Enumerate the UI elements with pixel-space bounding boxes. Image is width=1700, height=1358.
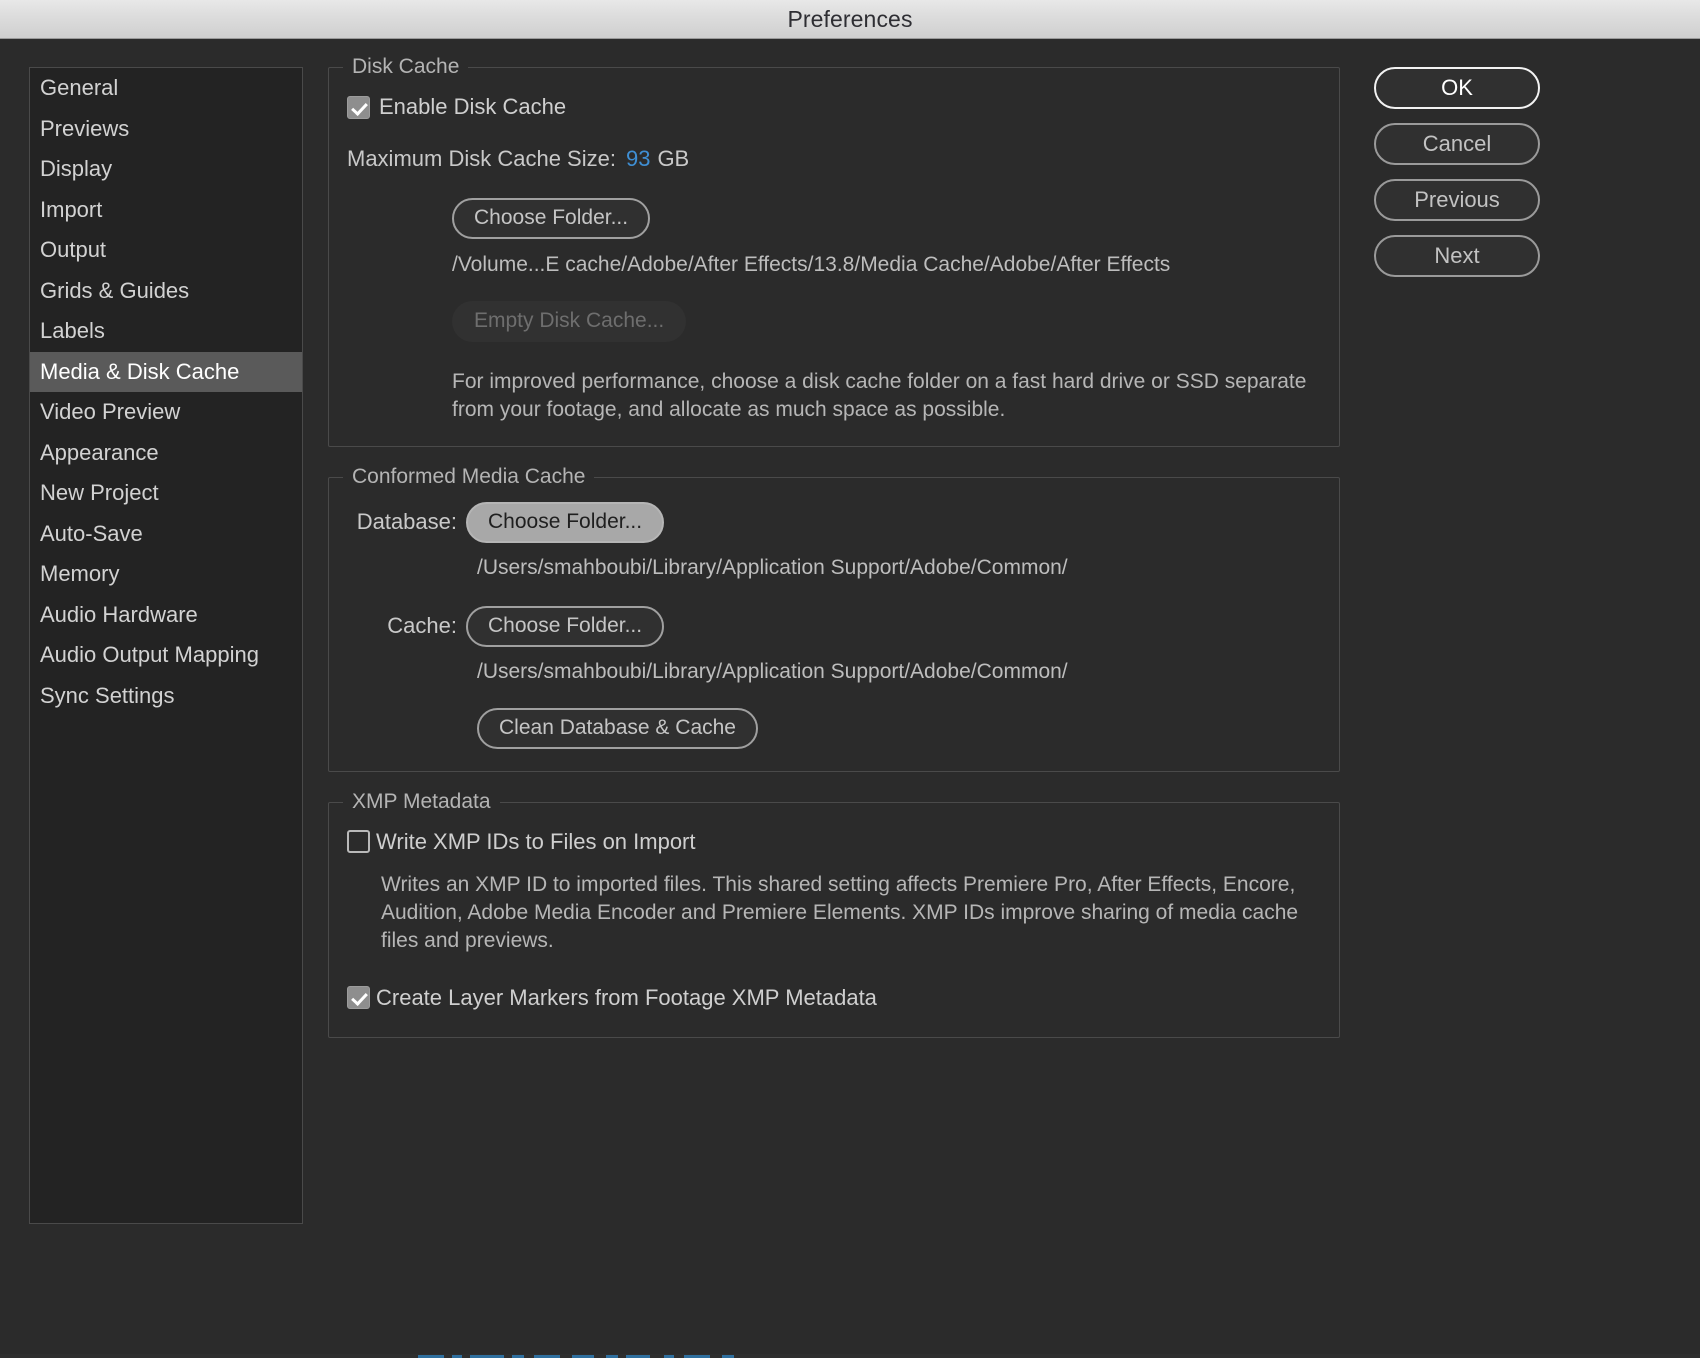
write-xmp-ids-help-text: Writes an XMP ID to imported files. This… <box>381 872 1299 952</box>
preferences-dialog: Preferences General Previews Display Import… <box>0 0 1700 1358</box>
database-row: Database: Choose Folder... <box>347 501 1321 543</box>
create-layer-markers-checkbox[interactable] <box>347 986 370 1010</box>
max-disk-cache-size-label: Maximum Disk Cache Size: <box>347 146 616 171</box>
cache-choose-folder-button[interactable]: Choose Folder... <box>466 605 665 647</box>
sidebar-item-label: New Project <box>40 480 159 505</box>
enable-disk-cache-checkbox[interactable] <box>347 95 370 119</box>
sidebar-item-label: Appearance <box>40 439 159 465</box>
enable-disk-cache-label: Enable Disk Cache <box>379 94 567 119</box>
previous-button[interactable]: Previous <box>1374 179 1540 221</box>
sidebar-item-labels[interactable]: Labels <box>30 311 302 352</box>
disk-cache-folder-block: Choose Folder... /Volume...E cache/Adobe… <box>347 198 1321 424</box>
database-path: /Users/smahboubi/Library/Application Sup… <box>477 555 1068 579</box>
enable-disk-cache-row[interactable]: Enable Disk Cache <box>347 94 1321 120</box>
max-disk-cache-size-unit: GB <box>657 146 690 171</box>
max-disk-cache-size-row: Maximum Disk Cache Size: 93 GB <box>347 146 1321 172</box>
sidebar-item-general[interactable]: General <box>30 68 302 109</box>
disk-cache-group: Disk Cache Enable Disk Cache Maximum Dis… <box>328 55 1340 447</box>
sidebar-item-memory[interactable]: Memory <box>30 554 302 595</box>
sidebar-item-grids-guides[interactable]: Grids & Guides <box>30 271 302 312</box>
clean-database-cache-button[interactable]: Clean Database & Cache <box>477 707 758 749</box>
preferences-category-list[interactable]: General Previews Display Import Output Grids … <box>29 67 303 1224</box>
sidebar-item-label: Output <box>40 237 107 262</box>
preferences-main-panel: Disk Cache Enable Disk Cache Maximum Dis… <box>328 55 1340 1068</box>
create-layer-markers-row[interactable]: Create Layer Markers from Footage XMP Me… <box>347 985 1321 1011</box>
disk-cache-path: /Volume...E cache/Adobe/After Effects/13… <box>452 253 1171 276</box>
dialog-body: General Previews Display Import Output Grids … <box>0 39 1700 1358</box>
ok-button[interactable]: OK <box>1374 67 1540 109</box>
disk-cache-help-text: For improved performance, choose a disk … <box>452 370 1307 421</box>
sidebar-item-new-project[interactable]: New Project <box>30 473 302 514</box>
sidebar-item-label: General <box>40 75 119 100</box>
sidebar-item-video-preview[interactable]: Video Preview <box>30 392 302 433</box>
database-choose-folder-button[interactable]: Choose Folder... <box>466 501 665 543</box>
sidebar-item-display[interactable]: Display <box>30 149 302 190</box>
next-button[interactable]: Next <box>1374 235 1540 277</box>
sidebar-item-auto-save[interactable]: Auto-Save <box>30 514 302 555</box>
database-label: Database: <box>356 509 457 535</box>
write-xmp-ids-checkbox[interactable] <box>347 830 370 854</box>
create-layer-markers-label: Create Layer Markers from Footage XMP Me… <box>376 984 877 1010</box>
sidebar-item-label: Previews <box>40 115 130 141</box>
max-disk-cache-size-value[interactable]: 93 <box>626 146 650 172</box>
sidebar-item-label: Audio Hardware <box>40 601 198 627</box>
cache-path: /Users/smahboubi/Library/Application Sup… <box>477 659 1068 683</box>
empty-disk-cache-button[interactable]: Empty Disk Cache... <box>452 301 687 342</box>
window-titlebar: Preferences <box>0 0 1700 39</box>
disk-cache-group-title: Disk Cache <box>343 55 469 79</box>
cancel-button[interactable]: Cancel <box>1374 123 1540 165</box>
sidebar-item-appearance[interactable]: Appearance <box>30 433 302 474</box>
conformed-media-cache-group: Conformed Media Cache Database: Choose F… <box>328 464 1340 772</box>
write-xmp-ids-row[interactable]: Write XMP IDs to Files on Import <box>347 829 1321 855</box>
sidebar-item-audio-output-mapping[interactable]: Audio Output Mapping <box>30 635 302 676</box>
xmp-metadata-group: XMP Metadata Write XMP IDs to Files on I… <box>328 789 1340 1038</box>
sidebar-item-label: Memory <box>40 561 120 586</box>
sidebar-item-import[interactable]: Import <box>30 190 302 231</box>
cache-label: Cache: <box>387 613 457 639</box>
sidebar-item-label: Display <box>40 156 113 181</box>
sidebar-item-label: Media & Disk Cache <box>40 358 240 384</box>
conformed-media-cache-group-title: Conformed Media Cache <box>343 464 595 489</box>
xmp-metadata-group-title: XMP Metadata <box>343 789 500 814</box>
sidebar-item-label: Video Preview <box>40 399 181 424</box>
sidebar-item-label: Labels <box>40 318 105 343</box>
dialog-button-column: OK Cancel Previous Next <box>1374 67 1540 291</box>
sidebar-item-label: Audio Output Mapping <box>40 642 259 667</box>
sidebar-item-sync-settings[interactable]: Sync Settings <box>30 676 302 717</box>
disk-cache-choose-folder-button[interactable]: Choose Folder... <box>452 198 651 239</box>
write-xmp-ids-label: Write XMP IDs to Files on Import <box>376 828 696 854</box>
sidebar-item-audio-hardware[interactable]: Audio Hardware <box>30 595 302 636</box>
sidebar-item-label: Sync Settings <box>40 682 175 708</box>
sidebar-item-output[interactable]: Output <box>30 230 302 271</box>
sidebar-item-previews[interactable]: Previews <box>30 109 302 150</box>
sidebar-item-label: Auto-Save <box>40 520 143 546</box>
background-app-bleed <box>0 1354 1700 1358</box>
window-title: Preferences <box>787 6 913 32</box>
cache-row: Cache: Choose Folder... <box>347 605 1321 647</box>
sidebar-item-media-disk-cache[interactable]: Media & Disk Cache <box>30 351 302 392</box>
sidebar-item-label: Import <box>40 196 103 222</box>
sidebar-item-label: Grids & Guides <box>40 277 190 303</box>
